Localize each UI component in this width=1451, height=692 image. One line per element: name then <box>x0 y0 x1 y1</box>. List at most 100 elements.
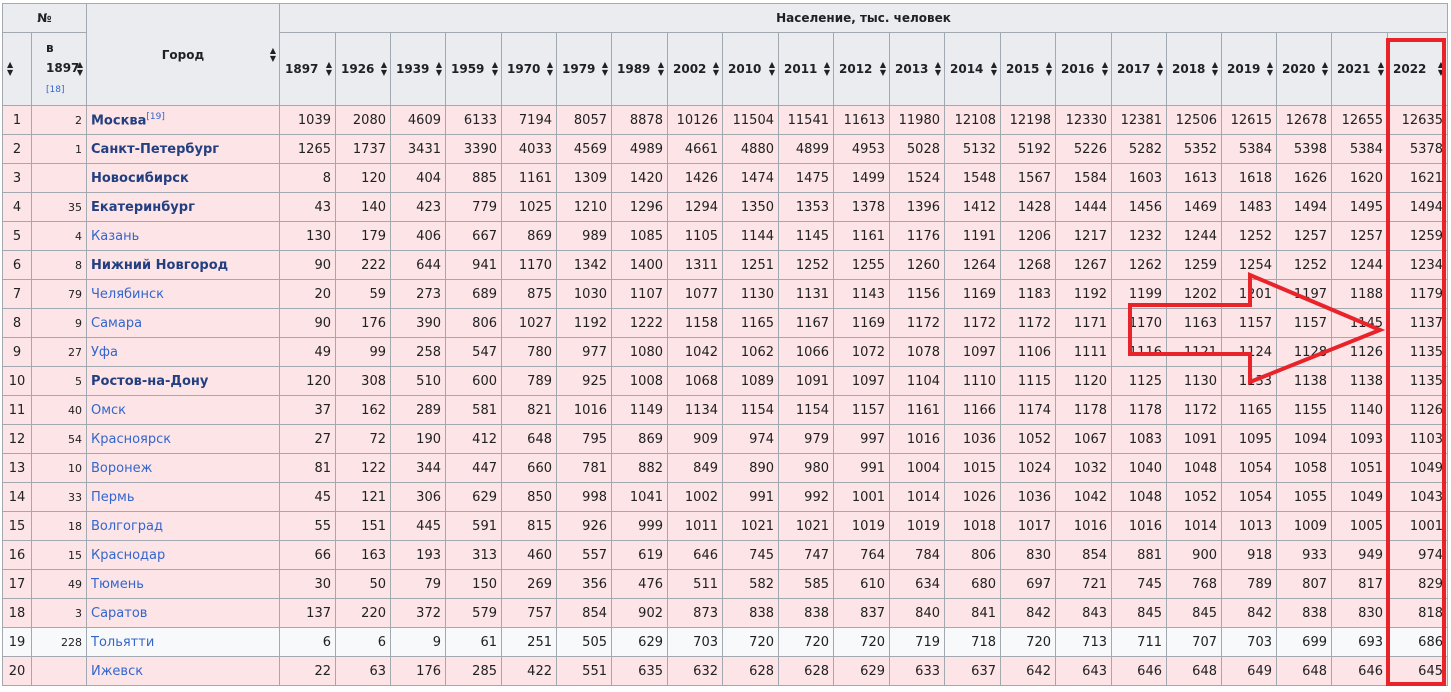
sort-arrows-icon[interactable]: ▲ ▼ <box>7 61 13 77</box>
population-cell: 1260 <box>889 250 945 280</box>
rank-cell: 4 <box>2 192 32 222</box>
sort-arrows-icon[interactable]: ▲ ▼ <box>824 61 830 77</box>
city-link[interactable]: Пермь <box>91 490 135 505</box>
city-link[interactable]: Краснодар <box>91 548 165 563</box>
population-cell: 1499 <box>833 163 890 193</box>
population-cell: 551 <box>556 656 612 686</box>
sort-arrows-icon[interactable]: ▲ ▼ <box>1102 61 1108 77</box>
city-link[interactable]: Тольятти <box>91 635 154 650</box>
city-link[interactable]: Тюмень <box>91 577 144 592</box>
header-year-1979[interactable]: 1979 ▲ ▼ <box>556 32 612 106</box>
sort-arrows-icon[interactable]: ▲ ▼ <box>991 61 997 77</box>
header-year-2012[interactable]: 2012 ▲ ▼ <box>833 32 890 106</box>
header-year-1926[interactable]: 1926 ▲ ▼ <box>335 32 391 106</box>
population-cell: 637 <box>944 656 1001 686</box>
population-cell: 1191 <box>944 221 1001 251</box>
city-link[interactable]: Красноярск <box>91 432 171 447</box>
header-rank-sort[interactable]: ▲ ▼ <box>2 32 32 106</box>
population-cell: 720 <box>1000 627 1056 657</box>
sort-arrows-icon[interactable]: ▲ ▼ <box>1378 61 1384 77</box>
sort-arrows-icon[interactable]: ▲ ▼ <box>658 61 664 77</box>
population-cell: 1244 <box>1166 221 1222 251</box>
header-year-2010[interactable]: 2010 ▲ ▼ <box>722 32 779 106</box>
population-cell: 1469 <box>1166 192 1222 222</box>
sort-arrows-icon[interactable]: ▲ ▼ <box>1322 61 1328 77</box>
sort-arrows-icon[interactable]: ▲ ▼ <box>769 61 775 77</box>
city-link[interactable]: Волгоград <box>91 519 163 534</box>
header-year-2015[interactable]: 2015 ▲ ▼ <box>1000 32 1056 106</box>
header-year-2020[interactable]: 2020 ▲ ▼ <box>1276 32 1332 106</box>
city-link[interactable]: Ижевск <box>91 664 143 679</box>
ref-19-link[interactable]: [19] <box>146 112 164 122</box>
population-cell: 821 <box>501 395 557 425</box>
sort-arrows-icon[interactable]: ▲ ▼ <box>492 61 498 77</box>
sort-arrows-icon[interactable]: ▲ ▼ <box>326 61 332 77</box>
population-cell: 1165 <box>722 308 779 338</box>
sort-arrows-icon[interactable]: ▲ ▼ <box>547 61 553 77</box>
city-link[interactable]: Омск <box>91 403 126 418</box>
sort-arrows-icon[interactable]: ▲ ▼ <box>880 61 886 77</box>
sort-arrows-icon[interactable]: ▲ ▼ <box>1046 61 1052 77</box>
city-link[interactable]: Воронеж <box>91 461 152 476</box>
header-year-label: 2021 <box>1337 62 1371 76</box>
population-cell: 648 <box>1276 656 1332 686</box>
header-year-2014[interactable]: 2014 ▲ ▼ <box>944 32 1001 106</box>
city-link[interactable]: Екатеринбург <box>91 200 195 215</box>
header-rank-1897[interactable]: в 1897 [18] ▲ ▼ <box>31 32 87 106</box>
population-cell: 610 <box>833 569 890 599</box>
header-year-2021[interactable]: 2021 ▲ ▼ <box>1331 32 1388 106</box>
header-year-2016[interactable]: 2016 ▲ ▼ <box>1055 32 1112 106</box>
population-cell: 1138 <box>1331 366 1388 396</box>
sort-arrows-icon[interactable]: ▲ ▼ <box>935 61 941 77</box>
header-year-2002[interactable]: 2002 ▲ ▼ <box>667 32 723 106</box>
sort-arrows-icon[interactable]: ▲ ▼ <box>1267 61 1273 77</box>
population-cell: 909 <box>667 424 723 454</box>
city-link[interactable]: Новосибирск <box>91 171 189 186</box>
city-link[interactable]: Уфа <box>91 345 118 360</box>
rank-1897-cell <box>31 656 87 686</box>
city-link[interactable]: Нижний Новгород <box>91 258 228 273</box>
header-year-2018[interactable]: 2018 ▲ ▼ <box>1166 32 1222 106</box>
city-cell: Ижевск <box>86 656 280 686</box>
rank-1897-cell: 3 <box>31 598 87 628</box>
population-cell: 1428 <box>1000 192 1056 222</box>
header-year-2019[interactable]: 2019 ▲ ▼ <box>1221 32 1277 106</box>
sort-arrows-icon[interactable]: ▲ ▼ <box>1212 61 1218 77</box>
header-year-1897[interactable]: 1897 ▲ ▼ <box>279 32 336 106</box>
sort-arrows-icon[interactable]: ▲ ▼ <box>602 61 608 77</box>
sort-arrows-icon[interactable]: ▲ ▼ <box>436 61 442 77</box>
population-cell: 1080 <box>611 337 668 367</box>
header-year-1970[interactable]: 1970 ▲ ▼ <box>501 32 557 106</box>
city-link[interactable]: Челябинск <box>91 287 164 302</box>
city-link[interactable]: Санкт-Петербург <box>91 142 219 157</box>
population-cell: 649 <box>1221 656 1277 686</box>
header-year-2011[interactable]: 2011 ▲ ▼ <box>778 32 834 106</box>
sort-arrows-icon[interactable]: ▲ ▼ <box>713 61 719 77</box>
header-year-1959[interactable]: 1959 ▲ ▼ <box>445 32 502 106</box>
sort-arrows-icon[interactable]: ▲ ▼ <box>77 61 83 77</box>
header-year-label: 1897 <box>285 62 319 76</box>
population-cell: 1110 <box>944 366 1001 396</box>
ref-18-link[interactable]: [18] <box>46 85 64 95</box>
header-year-2013[interactable]: 2013 ▲ ▼ <box>889 32 945 106</box>
city-link[interactable]: Ростов-на-Дону <box>91 374 208 389</box>
city-link[interactable]: Москва <box>91 113 146 128</box>
city-cell: Екатеринбург <box>86 192 280 222</box>
city-link[interactable]: Саратов <box>91 606 147 621</box>
sort-arrows-icon[interactable]: ▲ ▼ <box>381 61 387 77</box>
sort-arrows-icon[interactable]: ▲ ▼ <box>1157 61 1163 77</box>
sort-arrows-icon[interactable]: ▲ ▼ <box>270 46 276 63</box>
population-cell: 1584 <box>1055 163 1112 193</box>
header-city[interactable]: Город ▲ ▼ <box>86 3 280 106</box>
header-year-2017[interactable]: 2017 ▲ ▼ <box>1111 32 1167 106</box>
city-link[interactable]: Казань <box>91 229 139 244</box>
city-link[interactable]: Самара <box>91 316 142 331</box>
population-cell: 854 <box>556 598 612 628</box>
header-year-2022[interactable]: 2022 ▲ ▼ <box>1387 32 1448 106</box>
population-cell: 1157 <box>1221 308 1277 338</box>
header-year-1939[interactable]: 1939 ▲ ▼ <box>390 32 446 106</box>
sort-arrows-icon[interactable]: ▲ ▼ <box>1438 61 1444 77</box>
header-year-1989[interactable]: 1989 ▲ ▼ <box>611 32 668 106</box>
population-cell: 1054 <box>1221 482 1277 512</box>
population-cell: 1157 <box>1276 308 1332 338</box>
